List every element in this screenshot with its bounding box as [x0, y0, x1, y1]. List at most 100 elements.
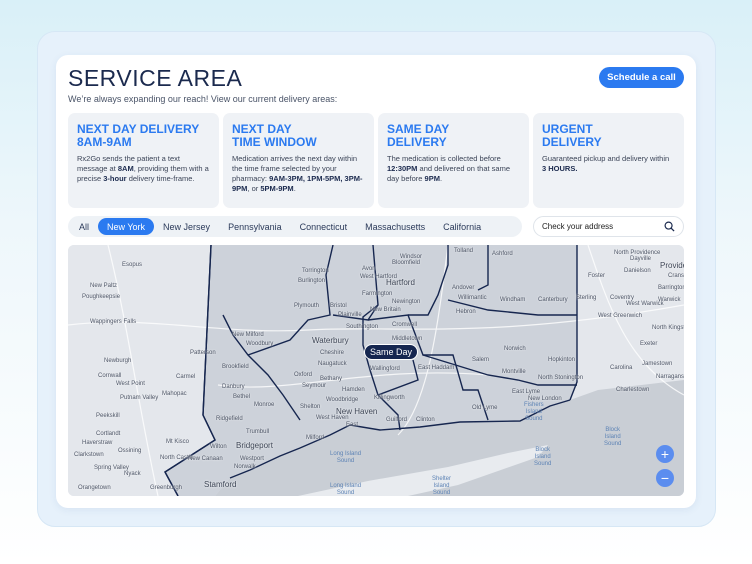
map-place-label: Mt Kisco — [166, 439, 190, 445]
map-place-label: Hebron — [456, 309, 476, 315]
map-place-label: Newburgh — [104, 358, 132, 364]
map-place-label: Esopus — [122, 262, 143, 268]
map-place-label: Cortlandt — [96, 431, 121, 437]
map-place-label: Hartford — [386, 278, 415, 287]
map-place-label: East Lyme — [512, 389, 541, 395]
schedule-call-button[interactable]: Schedule a call — [599, 67, 684, 88]
tab-massachusetts[interactable]: Massachusetts — [356, 218, 434, 235]
tab-new-jersey[interactable]: New Jersey — [154, 218, 219, 235]
map-place-label: Torrington — [302, 268, 329, 274]
map-place-label: Carmel — [176, 374, 196, 380]
card-text: Guaranteed pickup and delivery within 3 … — [542, 154, 670, 173]
map-place-label: Barrington — [658, 285, 684, 291]
map-place-label: Milford — [306, 435, 325, 441]
map-place-label: Cheshire — [320, 350, 345, 356]
map-place-label: Dayville — [630, 256, 652, 262]
map-water-label: Block Island Sound — [534, 447, 552, 467]
map-place-label: Haverstraw — [82, 440, 113, 446]
map-place-label: Andover — [452, 285, 475, 291]
map-place-label: Oxford — [294, 372, 313, 378]
map-place-label: New Britain — [370, 307, 401, 313]
map-place-label: Bethany — [320, 376, 343, 382]
map-place-label: Foster — [588, 273, 606, 279]
tab-new-york[interactable]: New York — [98, 218, 155, 235]
tab-connecticut[interactable]: Connecticut — [291, 218, 357, 235]
zoom-out-button[interactable]: − — [656, 469, 674, 487]
map-place-label: Tolland — [454, 248, 474, 254]
map-place-label: Guilford — [386, 417, 408, 423]
address-search[interactable]: Check your address — [533, 216, 684, 237]
card-title: NEXT DAY TIME WINDOW — [232, 122, 317, 149]
map-place-label: Bridgeport — [236, 441, 273, 450]
card-title: SAME DAY DELIVERY — [387, 122, 450, 149]
card-title: URGENT DELIVERY — [542, 122, 602, 149]
map-place-label: New Canaan — [188, 456, 223, 462]
map-place-label: Stamford — [204, 480, 237, 489]
map-place-label: Farmington — [362, 291, 393, 297]
map-place-label: Cromwell — [392, 322, 418, 328]
map-place-label: Mahopac — [162, 391, 187, 397]
map-place-label: West Point — [116, 381, 145, 387]
card-title: NEXT DAY DELIVERY 8AM-9AM — [77, 122, 200, 149]
zoom-in-button[interactable]: + — [656, 445, 674, 463]
service-map[interactable]: Esopus New Paltz Poughkeepsie Wappingers Fa… — [68, 245, 684, 496]
same-day-tooltip[interactable]: Same Day — [364, 344, 419, 360]
map-place-label: Bloomfield — [392, 260, 421, 266]
map-place-label: Hamden — [342, 387, 365, 393]
search-input[interactable]: Check your address — [542, 222, 664, 231]
map-place-label: Plymouth — [294, 303, 320, 309]
card-text: The medication is collected before 12:30… — [387, 154, 510, 183]
page-title: SERVICE AREA — [68, 65, 243, 91]
map-place-label: Southington — [346, 324, 379, 330]
map-place-label: Seymour — [302, 383, 327, 389]
map-place-label: East Haddam — [418, 365, 455, 371]
map-place-label: Westport — [240, 456, 264, 462]
map-place-label: West Greenwich — [598, 313, 642, 319]
map-water-label: Shelter Island Sound — [432, 476, 452, 496]
map-place-label: North Stonington — [538, 375, 584, 381]
map-place-label: Putnam Valley — [120, 395, 159, 401]
map-place-label: Hopkinton — [548, 357, 576, 363]
map-place-label: Ashford — [492, 251, 513, 257]
map-place-label: Wappingers Falls — [90, 319, 137, 325]
map-place-label: Killingworth — [374, 395, 405, 401]
delivery-card: NEXT DAY TIME WINDOW Medication arrives t… — [223, 113, 374, 208]
map-place-label: Norwalk — [234, 464, 256, 470]
card-text: Medication arrives the next day within t… — [232, 154, 363, 193]
map-place-label: Shelton — [300, 404, 321, 410]
map-place-label: Poughkeepsie — [82, 294, 121, 300]
map-place-label: Wilton — [210, 444, 227, 450]
map-place-label: Bristol — [330, 303, 347, 309]
map-place-label: Monroe — [254, 402, 275, 408]
map-place-label: Trumbull — [246, 429, 270, 435]
map-place-label: Waterbury — [312, 336, 349, 345]
card-text: Rx2Go sends the patient a text message a… — [77, 154, 209, 183]
map-place-label: Carolina — [610, 365, 633, 371]
map-place-label: Montville — [502, 369, 526, 375]
tab-california[interactable]: California — [434, 218, 490, 235]
map-place-label: East — [346, 422, 359, 428]
tab-pennsylvania[interactable]: Pennsylvania — [219, 218, 291, 235]
map-place-label: North Kingstown — [652, 325, 684, 331]
map-place-label: New Milford — [232, 332, 264, 338]
tab-all[interactable]: All — [70, 218, 98, 235]
map-place-label: Danielson — [624, 268, 651, 274]
map-place-label: Willimantic — [458, 295, 487, 301]
map-place-label: Peekskill — [96, 413, 120, 419]
map-place-label: Middletown — [392, 336, 423, 342]
map-place-label: Avon — [362, 266, 376, 272]
map-place-label: Jamestown — [642, 361, 673, 367]
map-place-label: Clinton — [416, 417, 435, 423]
search-icon[interactable] — [664, 221, 675, 232]
map-water-label: Long Island Sound — [330, 483, 362, 496]
delivery-card: URGENT DELIVERY Guaranteed pickup and del… — [533, 113, 684, 208]
map-place-label: North Providence — [614, 250, 661, 256]
map-place-label: Cranston — [668, 273, 684, 279]
map-place-label: Old Lyme — [472, 405, 498, 411]
map-place-label: Naugatuck — [318, 361, 347, 367]
map-place-label: Patterson — [190, 350, 216, 356]
map-place-label: Warwick — [658, 297, 681, 303]
map-place-label: Nyack — [124, 471, 141, 477]
map-place-label: Burlington — [298, 278, 326, 284]
map-place-label: Charlestown — [616, 387, 650, 393]
